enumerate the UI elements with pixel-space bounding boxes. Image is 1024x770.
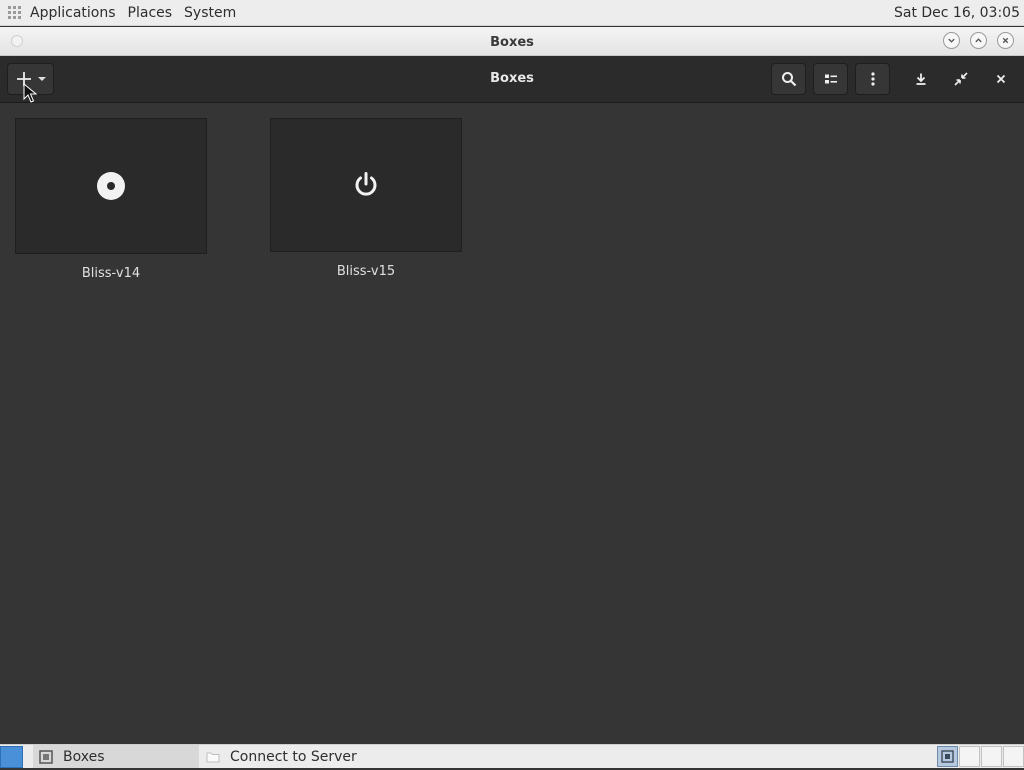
mouse-cursor-icon	[23, 83, 37, 103]
task-label: Boxes	[63, 748, 105, 765]
view-toggle-button[interactable]	[813, 63, 848, 95]
box-thumbnail[interactable]	[15, 118, 207, 254]
workspace-1[interactable]	[937, 746, 958, 767]
workspace-4[interactable]	[1003, 746, 1024, 767]
boxes-app-icon	[39, 749, 53, 764]
applications-grid-icon[interactable]	[8, 5, 22, 20]
minimize-button[interactable]	[943, 32, 960, 49]
window-close-button[interactable]	[997, 32, 1014, 49]
boxes-collection-view: Bliss-v14 Bliss-v15	[0, 104, 1024, 744]
window-titlebar[interactable]: Boxes	[0, 27, 1024, 56]
chevron-down-icon	[948, 38, 955, 43]
box-item-bliss-v15[interactable]: Bliss-v15	[270, 118, 462, 279]
task-boxes[interactable]: Boxes	[33, 745, 199, 768]
list-view-icon	[824, 74, 837, 84]
search-icon	[781, 72, 796, 87]
window-title: Boxes	[490, 35, 534, 50]
close-icon	[1002, 37, 1009, 44]
chevron-up-icon	[975, 38, 982, 43]
workspace-3[interactable]	[981, 746, 1002, 767]
download-icon	[916, 73, 926, 85]
box-name: Bliss-v14	[81, 266, 141, 281]
close-icon	[996, 74, 1006, 84]
menu-applications[interactable]: Applications	[30, 5, 116, 21]
workspace-2[interactable]	[959, 746, 980, 767]
task-label: Connect to Server	[230, 748, 357, 765]
power-icon	[355, 172, 377, 196]
unfullscreen-button[interactable]	[946, 63, 976, 95]
boxes-app-icon	[941, 750, 954, 763]
bottom-panel: Boxes Connect to Server	[0, 744, 1024, 768]
search-button[interactable]	[771, 63, 806, 95]
clock[interactable]: Sat Dec 16, 03:05	[894, 5, 1020, 21]
menu-places[interactable]: Places	[128, 5, 173, 21]
maximize-button[interactable]	[970, 32, 987, 49]
unfullscreen-icon	[954, 72, 968, 86]
top-panel: Applications Places System Sat Dec 16, 0…	[0, 0, 1024, 26]
box-name: Bliss-v15	[336, 264, 396, 279]
menu-dots-icon	[870, 72, 875, 86]
main-menu-button[interactable]	[855, 63, 890, 95]
folder-icon	[206, 752, 220, 762]
disc-media-icon	[97, 172, 125, 200]
box-thumbnail[interactable]	[270, 118, 462, 252]
header-bar: Boxes	[0, 56, 1024, 103]
menu-system[interactable]: System	[184, 5, 236, 21]
box-item-bliss-v14[interactable]: Bliss-v14	[15, 118, 207, 281]
task-connect-to-server[interactable]: Connect to Server	[200, 745, 400, 768]
header-close-button[interactable]	[986, 63, 1016, 95]
show-desktop-button[interactable]	[0, 746, 23, 768]
downloads-button[interactable]	[906, 63, 936, 95]
